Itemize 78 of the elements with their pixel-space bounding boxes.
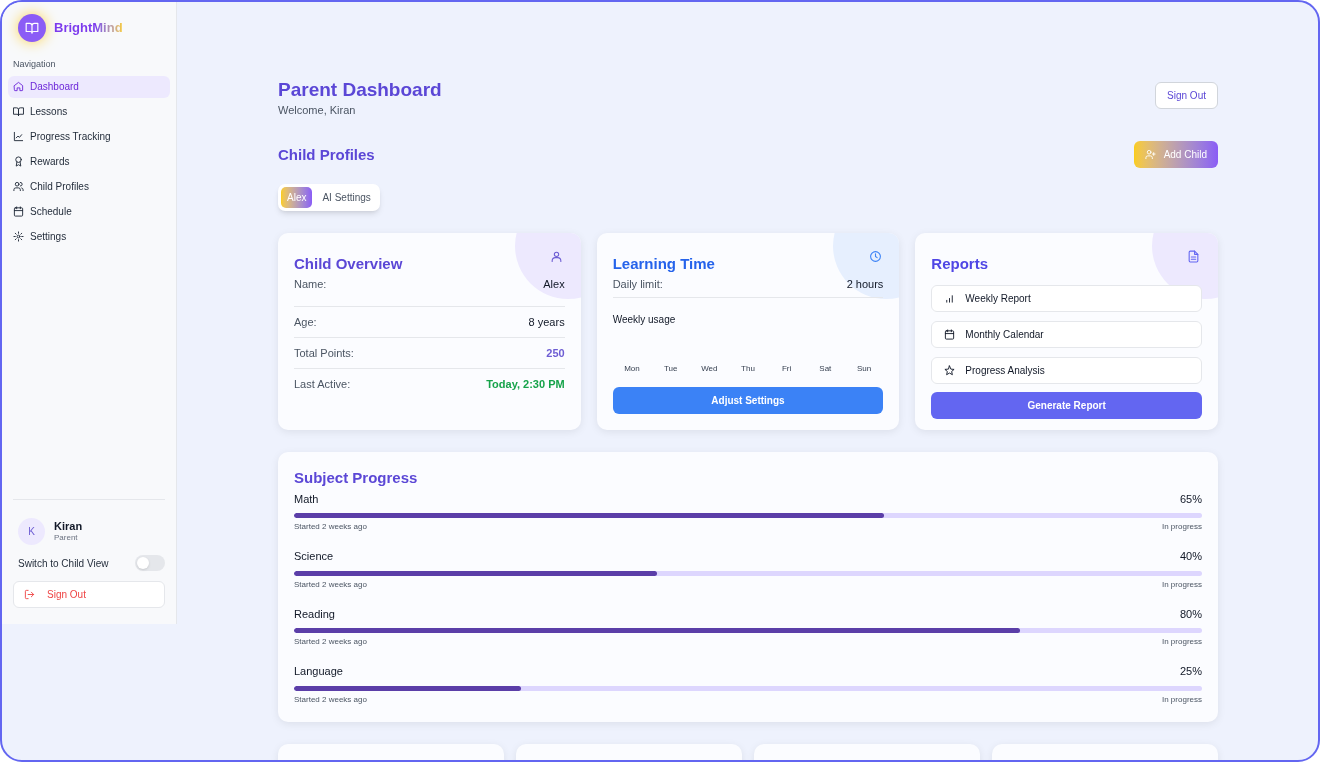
user-icon [550, 249, 564, 263]
calendar-icon [13, 206, 24, 217]
subject-name: Language [294, 664, 343, 680]
progress-percent: 25% [1179, 664, 1202, 680]
field-label: Last Active: [294, 377, 351, 392]
award-icon [13, 156, 24, 167]
page-title: Parent Dashboard [278, 78, 442, 102]
day-label: Mon [623, 362, 641, 375]
started-text: Started 2 weeks ago [294, 693, 367, 706]
star-icon [944, 364, 956, 376]
nav-item[interactable]: Schedule [8, 200, 170, 223]
sign-out-button[interactable]: Sign Out [13, 581, 165, 608]
bar-chart-icon [944, 292, 956, 304]
status-text: In progress [1161, 578, 1202, 591]
adjust-settings-button[interactable]: Adjust Settings [612, 386, 884, 414]
generate-report-button[interactable]: Generate Report [931, 391, 1202, 419]
subject-name: Science [294, 549, 334, 565]
calendar-icon [944, 328, 956, 340]
nav-item[interactable]: Rewards [8, 150, 170, 173]
day-label: Sun [855, 362, 873, 375]
field-value: Today, 2:30 PM [486, 377, 565, 392]
field-value: 2 hours [846, 276, 884, 292]
sign-out-button[interactable]: Sign Out [1155, 82, 1218, 109]
nav-item[interactable]: Lessons [8, 100, 170, 123]
subject-name: Math [294, 491, 319, 507]
field-value: 250 [546, 345, 565, 361]
day-label: Thu [740, 362, 756, 375]
toggle-switch[interactable] [135, 555, 165, 571]
card-title: Child Overview [294, 254, 403, 275]
progress-percent: 65% [1179, 491, 1202, 507]
line-chart-icon [13, 131, 24, 142]
home-icon [13, 81, 24, 92]
field-label: Name: [294, 276, 327, 292]
report-option[interactable]: Weekly Report [931, 284, 1202, 312]
card-title: Subject Progress [294, 468, 419, 489]
card-title: Learning Time [612, 254, 715, 275]
toggle-label: Switch to Child View [18, 556, 109, 571]
card-title: Reports [931, 254, 988, 275]
field-value: 8 years [528, 314, 565, 330]
field-label: Daily limit: [612, 276, 663, 292]
nav-item[interactable]: Progress Tracking [8, 125, 170, 148]
logout-icon [24, 589, 35, 600]
nav-item[interactable]: Dashboard [8, 75, 170, 98]
clock-icon [868, 249, 882, 263]
nav-item[interactable]: Child Profiles [8, 175, 170, 198]
day-label: Fri [781, 362, 793, 375]
user-role: Parent [54, 533, 79, 544]
started-text: Started 2 weeks ago [294, 578, 367, 591]
day-label: Sat [818, 362, 833, 375]
user-name: Kiran [54, 519, 83, 534]
book-icon [25, 21, 39, 35]
progress-percent: 40% [1179, 549, 1202, 565]
field-value: Alex [543, 276, 565, 292]
settings-icon [13, 231, 24, 242]
nav-item[interactable]: Settings [8, 225, 170, 248]
status-text: In progress [1161, 521, 1202, 534]
field-label: Total Points: [294, 345, 354, 361]
section-title: Child Profiles [278, 144, 375, 165]
book-icon [13, 106, 24, 117]
user-avatar: K [18, 518, 45, 545]
users-icon [13, 181, 24, 192]
status-text: In progress [1161, 693, 1202, 706]
report-option[interactable]: Monthly Calendar [931, 320, 1202, 348]
nav-heading: Navigation [12, 58, 57, 71]
field-label: Age: [294, 314, 317, 330]
day-label: Wed [700, 362, 719, 375]
welcome-text: Welcome, Kiran [278, 102, 357, 118]
status-text: In progress [1161, 636, 1202, 649]
document-icon [1187, 249, 1201, 263]
day-label: Tue [662, 362, 679, 375]
report-option[interactable]: Progress Analysis [931, 356, 1202, 384]
started-text: Started 2 weeks ago [294, 521, 367, 534]
progress-percent: 80% [1179, 606, 1202, 622]
weekly-usage-label: Weekly usage [612, 312, 677, 327]
profile-tab[interactable]: AI Settings [316, 187, 377, 209]
user-plus-icon [1144, 149, 1156, 161]
started-text: Started 2 weeks ago [294, 636, 367, 649]
subject-name: Reading [294, 606, 335, 622]
